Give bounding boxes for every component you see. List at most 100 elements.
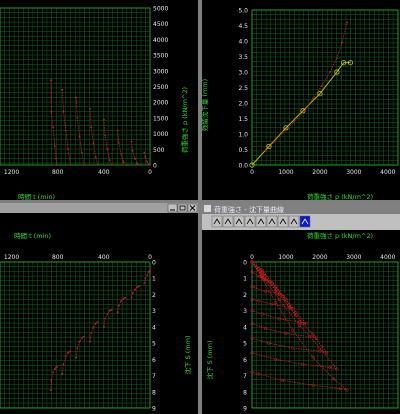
- toolbar-button-face: [288, 215, 300, 228]
- x-tick-label: 2000: [312, 169, 327, 176]
- data-point: [96, 164, 99, 166]
- data-point: [147, 270, 150, 273]
- data-point: [94, 156, 97, 159]
- y-tick-label: 4.5: [238, 23, 248, 30]
- x-tick-label: 3000: [346, 254, 361, 261]
- y-tick-label: 1: [152, 276, 156, 283]
- y-tick-label: 3.5: [238, 54, 248, 61]
- data-point: [76, 347, 79, 349]
- data-point: [303, 109, 306, 112]
- x-tick-label: 4000: [380, 169, 395, 176]
- toolbar-button-8[interactable]: [288, 215, 300, 228]
- data-point: [82, 164, 85, 166]
- data-point: [52, 371, 54, 374]
- data-point: [281, 131, 284, 134]
- data-point: [264, 150, 267, 152]
- data-point: [61, 373, 64, 375]
- data-point: [320, 85, 323, 87]
- data-point: [50, 379, 53, 382]
- data-point: [329, 71, 331, 73]
- x-tick-label: 1200: [4, 254, 19, 261]
- data-point: [134, 288, 136, 291]
- x-tick-label: 0: [250, 169, 254, 176]
- y-tick-label: 0: [153, 163, 157, 170]
- y-tick-label: 0.5: [238, 147, 248, 154]
- y-tick-label: 8: [243, 389, 247, 396]
- minimize-button[interactable]: [167, 203, 178, 213]
- y-tick-label: 4500: [153, 21, 168, 28]
- y-tick-label: 9: [152, 406, 156, 413]
- toolbar-button-face: [233, 215, 245, 228]
- y-tick-label: 8: [152, 389, 156, 396]
- y-axis-label: 沈下 S (mm): [183, 336, 192, 375]
- y-tick-label: 3500: [153, 53, 168, 60]
- y-axis-label: 荷重強さ p (kN/m^2): [180, 87, 189, 153]
- data-point: [49, 389, 52, 392]
- window-app-icon: [204, 205, 211, 212]
- data-point: [335, 57, 338, 59]
- toolbar-button-9[interactable]: [299, 215, 311, 228]
- data-point: [134, 157, 136, 160]
- data-point: [56, 365, 59, 368]
- y-tick-label: 9: [243, 406, 247, 413]
- toolbar-button-4[interactable]: [244, 215, 256, 228]
- y-tick-label: 0: [152, 260, 156, 267]
- y-tick-label: 1.0: [238, 132, 248, 139]
- data-point: [106, 313, 109, 315]
- vertical-divider[interactable]: [198, 0, 202, 414]
- x-tick-label: 1000: [278, 254, 293, 261]
- y-tick-label: 3: [243, 308, 247, 315]
- toolbar-button-5[interactable]: [255, 215, 267, 228]
- toolbar-button-3[interactable]: [233, 215, 245, 228]
- data-point: [149, 269, 151, 272]
- x-axis-label: 荷重強さ p (kN/m^2): [307, 192, 373, 201]
- y-tick-label: 2.0: [238, 101, 248, 108]
- toolbar-button-face: [211, 215, 223, 228]
- data-point: [130, 296, 133, 299]
- data-point: [56, 164, 59, 166]
- y-tick-label: 1000: [153, 131, 168, 138]
- data-point: [69, 350, 72, 353]
- data-point: [346, 21, 348, 24]
- data-point: [78, 340, 81, 343]
- data-point: [49, 79, 52, 82]
- data-point: [55, 157, 57, 160]
- data-point: [120, 153, 123, 155]
- y-tick-label: 6: [152, 357, 156, 364]
- y-tick-label: 4000: [153, 37, 168, 44]
- data-point: [82, 335, 85, 338]
- y-tick-label: 3000: [153, 68, 168, 75]
- toolbar-button-face: [277, 215, 289, 228]
- data-point: [89, 340, 91, 343]
- x-tick-label: 0: [250, 254, 254, 261]
- toolbar-button-6[interactable]: [266, 215, 278, 228]
- data-point: [117, 304, 120, 307]
- graph-workspace: 0500100015002000250030003500400045005000…: [0, 0, 400, 414]
- data-point: [64, 129, 67, 132]
- y-tick-label: 2500: [153, 84, 168, 91]
- data-point: [69, 164, 72, 166]
- data-point: [110, 308, 113, 311]
- y-tick-label: 2: [152, 292, 156, 299]
- horizontal-divider[interactable]: [0, 200, 400, 203]
- maximize-button[interactable]: [177, 203, 188, 213]
- y-tick-label: 5.0: [238, 8, 248, 15]
- toolbar-button-1[interactable]: [211, 215, 223, 228]
- x-tick-label: 800: [52, 169, 64, 176]
- x-tick-label: 3000: [346, 169, 361, 176]
- toolbar-button-7[interactable]: [277, 215, 289, 228]
- toolbar-button-2[interactable]: [222, 215, 234, 228]
- data-point: [108, 159, 111, 162]
- y-tick-label: 1: [243, 276, 247, 283]
- window-controls: [167, 203, 198, 213]
- window-title: 荷重強さ - 沈下量曲線: [214, 205, 284, 214]
- data-point: [90, 126, 93, 129]
- data-point: [143, 151, 146, 154]
- data-point: [104, 317, 106, 320]
- data-point: [67, 351, 69, 354]
- toolbar-button-face: [255, 215, 267, 228]
- data-point: [106, 148, 109, 151]
- toolbar-button-face: [244, 215, 256, 228]
- y-tick-label: 1500: [153, 115, 168, 122]
- data-point: [53, 145, 56, 148]
